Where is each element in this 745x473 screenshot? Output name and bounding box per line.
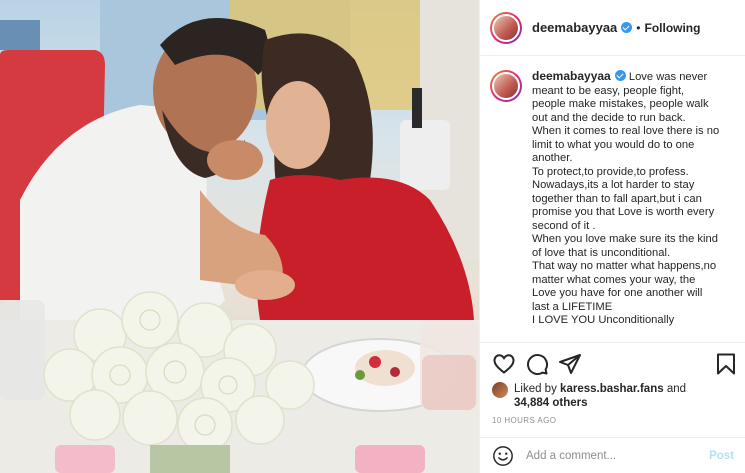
post-comment-button[interactable]: Post xyxy=(709,450,734,462)
caption-line: last a LIFETIME xyxy=(532,300,613,313)
caption-line: together than to fall apart,but i can xyxy=(532,192,702,205)
caption-line: When it comes to real love there is no xyxy=(532,125,720,137)
caption-line: limit to what you would do to one xyxy=(532,138,695,151)
comment-input[interactable] xyxy=(526,449,710,462)
caption-line: of love that is unconditional. xyxy=(532,246,671,259)
caption-line: Nowadays,its a lot harder to stay xyxy=(532,179,695,191)
caption-body: deemabayyaa Love was never meant to be e… xyxy=(532,70,719,342)
photo-illustration xyxy=(0,0,479,473)
caption-line: That way no matter what happens,no xyxy=(532,260,717,272)
caption-line: meant to be easy, people fight, xyxy=(532,84,685,97)
post-timestamp[interactable]: 10 HOURS AGO xyxy=(492,416,556,425)
caption-username[interactable]: deemabayyaa xyxy=(532,70,611,83)
verified-badge-icon xyxy=(614,70,626,81)
liker-avatar[interactable] xyxy=(492,382,508,398)
smiley-icon[interactable] xyxy=(492,445,514,467)
caption-line: out and the decide to run back. xyxy=(532,111,686,124)
avatar-image xyxy=(492,72,520,100)
caption-first-line: deemabayyaa Love was never xyxy=(532,70,719,85)
post-sidebar: deemabayyaa • Following deemabayyaa Love… xyxy=(479,0,745,473)
caption-line: Love was never xyxy=(628,71,708,83)
author-username[interactable]: deemabayyaa xyxy=(532,20,617,35)
caption-line: another. xyxy=(532,152,573,164)
caption-avatar[interactable] xyxy=(490,70,522,102)
actions-divider xyxy=(480,342,745,343)
caption-line: To protect,to provide,to profess. xyxy=(532,165,689,178)
post-header: deemabayyaa • Following xyxy=(480,0,745,56)
caption-line: When you love make sure its the kind xyxy=(532,233,718,245)
likes-prefix: Liked by xyxy=(514,383,557,395)
caption-line: I LOVE YOU Unconditionally xyxy=(532,314,675,326)
author-avatar[interactable] xyxy=(490,11,522,44)
heart-icon[interactable] xyxy=(492,352,516,376)
bookmark-icon[interactable] xyxy=(714,352,738,376)
likes-summary: Liked by karess.bashar.fans and 34,884 o… xyxy=(492,382,742,410)
verified-badge-icon xyxy=(621,22,633,33)
caption-line: people make mistakes, people walk xyxy=(532,98,709,110)
caption-line: second of it . xyxy=(532,219,596,232)
likes-text: Liked by karess.bashar.fans and 34,884 o… xyxy=(514,382,686,410)
likes-joiner: and xyxy=(666,383,687,395)
post-caption: deemabayyaa Love was never meant to be e… xyxy=(490,70,740,342)
separator-dot: • xyxy=(636,20,641,35)
avatar-image xyxy=(492,13,520,42)
action-bar xyxy=(492,352,738,376)
likes-count[interactable]: 34,884 others xyxy=(514,397,588,409)
following-button[interactable]: Following xyxy=(644,21,700,35)
post-photo[interactable] xyxy=(0,0,479,473)
comment-bar: Post xyxy=(480,437,745,473)
caption-line: matter what comes your way, the xyxy=(532,273,696,286)
comment-icon[interactable] xyxy=(525,352,549,376)
caption-line: promise you that Love is worth every xyxy=(532,206,715,218)
liker-username[interactable]: karess.bashar.fans xyxy=(560,383,664,395)
caption-line: Love you have for one another will xyxy=(532,287,703,299)
share-icon[interactable] xyxy=(558,352,582,376)
